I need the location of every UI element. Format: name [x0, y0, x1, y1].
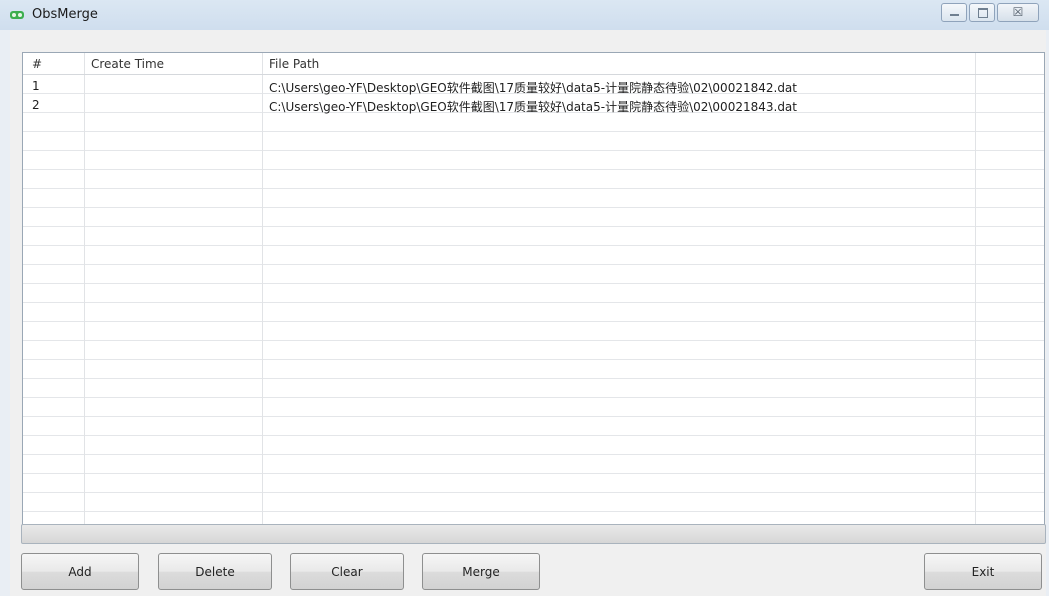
window-title: ObsMerge [32, 7, 98, 22]
merge-button[interactable]: Merge [422, 553, 540, 590]
app-icon [10, 11, 24, 19]
minimize-button[interactable] [941, 3, 967, 22]
delete-button[interactable]: Delete [158, 553, 272, 590]
window-controls: ☒ [939, 3, 1039, 23]
row-index: 2 [32, 98, 40, 112]
close-button[interactable]: ☒ [997, 3, 1039, 22]
column-header-file-path[interactable]: File Path [269, 57, 319, 71]
exit-button[interactable]: Exit [924, 553, 1042, 590]
maximize-icon [978, 8, 988, 18]
row-file-path: C:\Users\geo-YF\Desktop\GEO软件截图\17质量较好\d… [269, 100, 797, 114]
title-bar[interactable]: ObsMerge ☒ [0, 0, 1049, 30]
client-area: # Create Time File Path 1 C:\Users\geo-Y… [10, 30, 1046, 596]
progress-bar [21, 524, 1046, 544]
clear-button[interactable]: Clear [290, 553, 404, 590]
file-list[interactable]: # Create Time File Path 1 C:\Users\geo-Y… [22, 52, 1045, 540]
column-header-create-time[interactable]: Create Time [91, 57, 164, 71]
column-header-index[interactable]: # [32, 57, 42, 71]
maximize-button[interactable] [969, 3, 995, 22]
close-icon: ☒ [1012, 5, 1024, 19]
grid-lines [23, 53, 1044, 539]
minimize-icon [950, 14, 959, 16]
row-index: 1 [32, 79, 40, 93]
app-window: ObsMerge ☒ # Create Time File Path 1 C:\… [0, 0, 1049, 596]
row-file-path: C:\Users\geo-YF\Desktop\GEO软件截图\17质量较好\d… [269, 81, 797, 95]
add-button[interactable]: Add [21, 553, 139, 590]
